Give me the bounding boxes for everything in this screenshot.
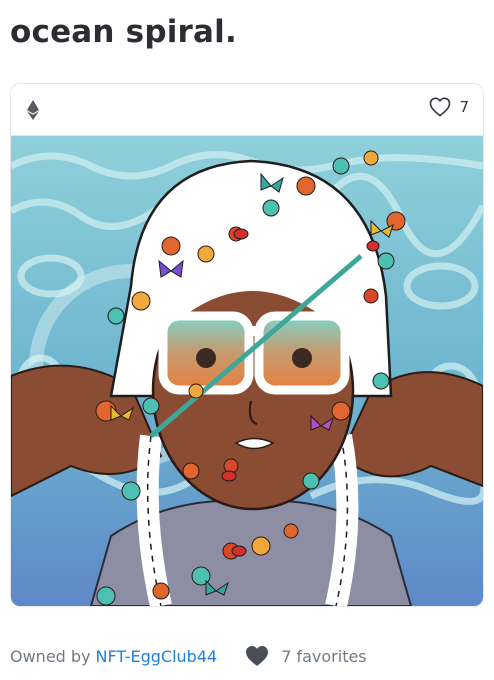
page-title: ocean spiral. bbox=[10, 14, 237, 50]
owner-link[interactable]: NFT-EggClub44 bbox=[96, 647, 218, 666]
nft-card: 7 bbox=[10, 83, 484, 607]
favorites-count-text: 7 favorites bbox=[281, 646, 367, 666]
ownership-row: Owned by NFT-EggClub44 7 favorites bbox=[10, 642, 367, 670]
heart-outline-icon bbox=[430, 97, 451, 117]
favorite-count: 7 bbox=[459, 98, 469, 116]
owned-by-label: Owned by bbox=[10, 646, 91, 666]
nft-artwork[interactable] bbox=[11, 136, 483, 606]
ethereum-icon bbox=[27, 100, 39, 120]
favorite-button[interactable]: 7 bbox=[429, 97, 469, 117]
card-header: 7 bbox=[11, 84, 483, 136]
heart-filled-icon bbox=[246, 646, 269, 666]
